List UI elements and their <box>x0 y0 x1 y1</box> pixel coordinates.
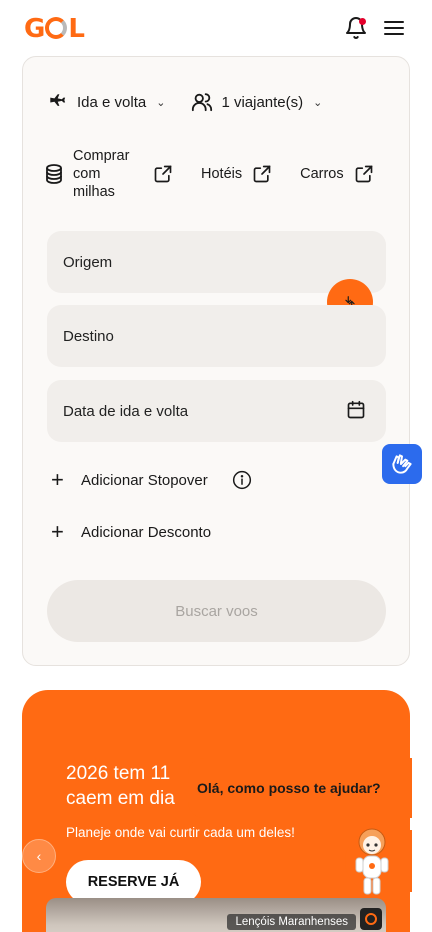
reserve-now-label: RESERVE JÁ <box>87 874 180 890</box>
booking-links-row: Comprar com milhas Hotéis Carros <box>45 147 374 201</box>
travel-dates-placeholder: Data de ida e volta <box>63 402 189 420</box>
logo-letter-l: L <box>68 14 85 44</box>
travelers-icon <box>192 93 213 112</box>
gol-logo[interactable]: GL <box>24 14 85 44</box>
chevron-left-icon: ‹ <box>36 848 42 864</box>
travel-dates-field[interactable]: Data de ida e volta <box>47 380 386 442</box>
chevron-down-icon: ⌄ <box>313 96 323 109</box>
sign-language-hands-icon <box>392 454 412 474</box>
search-flights-label: Buscar voos <box>175 602 258 620</box>
camera-badge-icon <box>360 908 382 930</box>
external-link-icon <box>253 165 271 183</box>
destination-placeholder: Destino <box>63 327 114 345</box>
hotels-link[interactable]: Hotéis <box>201 164 272 184</box>
round-trip-plane-icon <box>50 94 66 106</box>
external-link-icon <box>154 165 172 183</box>
cars-label: Carros <box>300 166 344 183</box>
coins-icon <box>46 164 62 185</box>
plus-icon: + <box>51 467 64 492</box>
search-flights-button[interactable]: Buscar voos <box>47 580 386 642</box>
photo-caption: Lençóis Maranhenses <box>227 914 356 930</box>
carousel-prev-button[interactable]: ‹ <box>22 839 56 873</box>
destination-field[interactable]: Destino <box>47 305 386 367</box>
hotels-label: Hotéis <box>201 166 243 183</box>
add-discount-button[interactable]: + Adicionar Desconto <box>51 521 211 543</box>
calendar-icon <box>347 400 365 419</box>
chat-greeting-text: Olá, como posso te ajudar? <box>197 780 381 796</box>
notification-badge <box>359 18 366 25</box>
add-stopover-button[interactable]: + Adicionar Stopover <box>51 469 252 491</box>
hamburger-menu-icon <box>384 21 404 35</box>
logo-o-ring-icon <box>45 17 68 39</box>
menu-button[interactable] <box>382 16 406 40</box>
accessibility-widget-button[interactable] <box>382 444 422 484</box>
buy-with-miles-link[interactable]: Comprar com milhas <box>45 147 173 201</box>
buy-with-miles-label: Comprar com milhas <box>73 148 130 201</box>
add-stopover-label: Adicionar Stopover <box>81 471 208 489</box>
travelers-dropdown[interactable]: 1 viajante(s) ⌄ <box>191 91 322 113</box>
origin-placeholder: Origem <box>63 253 113 271</box>
travelers-label: 1 viajante(s) <box>221 93 304 111</box>
promo-subtitle: Planeje onde vai curtir cada um deles! <box>66 825 295 840</box>
info-icon[interactable] <box>232 470 252 490</box>
top-header: GL <box>0 0 432 56</box>
external-link-icon <box>355 165 372 183</box>
add-discount-label: Adicionar Desconto <box>81 523 212 541</box>
notifications-button[interactable] <box>344 16 368 40</box>
trip-type-label: Ida e volta <box>77 93 147 111</box>
trip-type-dropdown[interactable]: Ida e volta ⌄ <box>47 91 165 113</box>
chat-greeting-bubble[interactable]: Olá, como posso te ajudar? <box>188 758 412 818</box>
trip-options-row: Ida e volta ⌄ 1 viajante(s) ⌄ <box>47 91 322 113</box>
promo-photo: Lençóis Maranhenses <box>46 898 386 932</box>
chevron-down-icon: ⌄ <box>156 96 166 109</box>
flight-search-card: Ida e volta ⌄ 1 viajante(s) ⌄ Comprar co… <box>22 56 410 666</box>
chat-assistant-avatar-icon[interactable] <box>350 826 394 898</box>
cars-link[interactable]: Carros <box>300 164 374 184</box>
plus-icon: + <box>51 519 64 544</box>
logo-letter-g: G <box>24 14 45 44</box>
